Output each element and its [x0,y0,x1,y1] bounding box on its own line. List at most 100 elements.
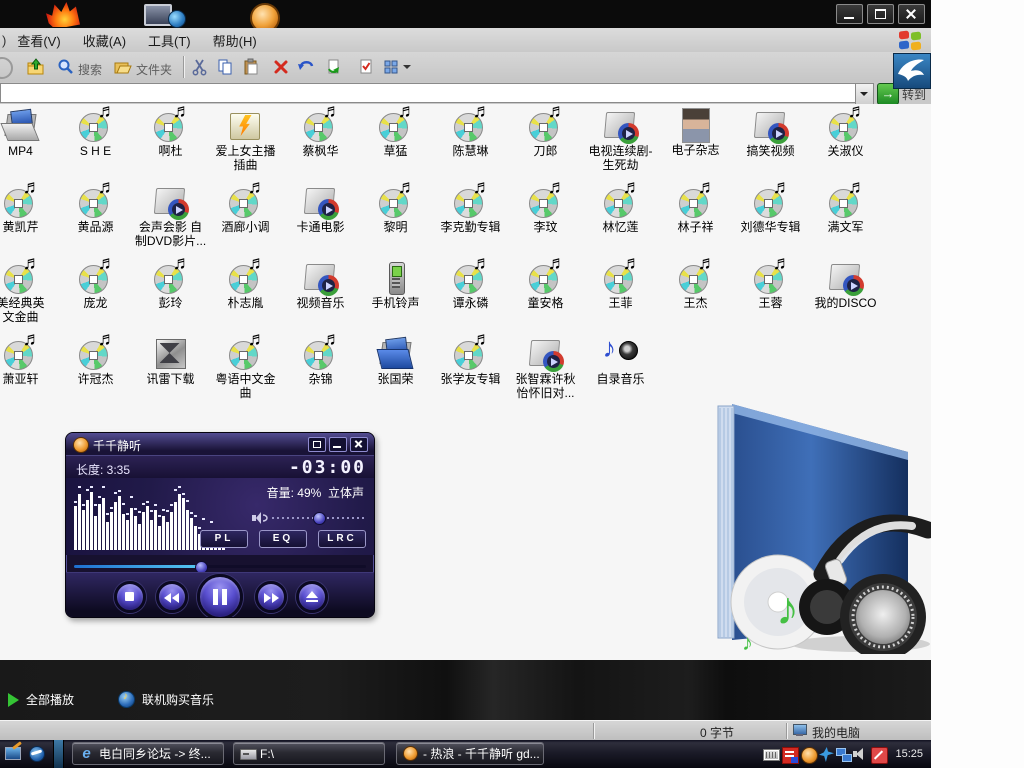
pl-button[interactable]: PL [200,530,248,548]
views-dropdown-icon[interactable] [403,65,411,69]
undo-icon[interactable] [296,58,314,76]
search-button[interactable]: 搜索 [78,61,102,78]
file-item[interactable]: ♬啊杜 [133,108,208,184]
player-titlebar[interactable]: 千千静听 [66,433,374,455]
delete-icon[interactable] [272,58,290,76]
file-item[interactable]: ♬酒廊小调 [208,184,283,260]
file-item[interactable]: 我的DISCO [808,260,883,336]
file-item[interactable]: ♬杂锦 [283,336,358,412]
search-icon[interactable] [57,58,75,76]
taskbar-button[interactable]: F:\ [233,742,385,765]
file-item[interactable]: 会声会影 自 制DVD影片... [133,184,208,260]
file-item[interactable]: ♬李玟 [508,184,583,260]
file-item[interactable]: ♬王蓉 [733,260,808,336]
close-button[interactable] [898,4,925,24]
file-item[interactable]: ♬美经典英 文金曲 [0,260,58,336]
swallow-logo-button[interactable] [893,53,931,89]
file-item[interactable]: ♬S H E [58,108,133,184]
file-item[interactable]: ♬黎明 [358,184,433,260]
file-item[interactable]: ♬李克勤专辑 [433,184,508,260]
taskbar-button[interactable]: - 热浪 - 千千静听 gd... [396,742,544,765]
checklist-icon[interactable] [357,58,375,76]
minimize-button[interactable] [836,4,863,24]
buy-music-online-button[interactable]: ♪ 联机购买音乐 [118,691,214,708]
player-maximize-button[interactable] [308,437,326,452]
views-icon[interactable] [383,58,401,76]
previous-button[interactable] [156,581,188,613]
refresh-icon[interactable] [325,58,343,76]
file-item[interactable]: MP4 [0,108,58,184]
file-item[interactable]: 卡通电影 [283,184,358,260]
eq-button[interactable]: EQ [259,530,307,548]
play-all-button[interactable]: 全部播放 [8,691,74,708]
speaker-icon[interactable] [252,511,268,525]
network-tray-icon[interactable] [836,747,851,762]
tt-tray-icon[interactable] [801,747,818,764]
file-item[interactable]: 爱上女主播 插曲 [208,108,283,184]
taskbar-button[interactable]: e电白同乡论坛 -> 终... [72,742,224,765]
folders-button[interactable]: 文件夹 [136,61,172,78]
file-item[interactable]: ♬朴志胤 [208,260,283,336]
eject-button[interactable] [296,581,328,613]
copy-icon[interactable] [216,58,234,76]
file-item[interactable]: 视频音乐 [283,260,358,336]
quick-launch-show-desktop-button[interactable] [4,745,22,762]
file-item[interactable]: 电视连续剧- 生死劫 [583,108,658,184]
swallow-tray-icon[interactable] [819,747,834,762]
ime-tray-icon[interactable] [782,747,799,764]
next-button[interactable] [255,581,287,613]
file-item[interactable]: ♪自录音乐 [583,336,658,412]
file-item[interactable]: 张智霖许秋 怡怀旧对... [508,336,583,412]
player-minimize-button[interactable] [329,437,347,452]
pause-button[interactable] [197,574,243,618]
file-item[interactable]: ♬满文军 [808,184,883,260]
file-item[interactable]: ♬林忆莲 [583,184,658,260]
file-item[interactable]: 手机铃声 [358,260,433,336]
file-item[interactable]: ♬关淑仪 [808,108,883,184]
volume-handle[interactable] [313,512,326,525]
address-input[interactable] [0,83,863,103]
security-tray-icon[interactable] [871,747,888,764]
file-item[interactable]: ♬刘德华专辑 [733,184,808,260]
file-item[interactable]: ♬黄品源 [58,184,133,260]
file-item[interactable]: ♬王杰 [658,260,733,336]
address-dropdown-button[interactable] [855,83,874,105]
taskbar-clock[interactable]: 15:25 [895,748,923,760]
quick-launch-browser-button[interactable] [28,745,46,762]
menu-item[interactable]: 收藏(A) [72,31,137,52]
volume-tray-icon[interactable] [852,747,867,762]
file-item[interactable]: 电子杂志 [658,108,733,184]
lrc-button[interactable]: LRC [318,530,366,548]
player-close-button[interactable] [350,437,368,452]
menu-item[interactable]: 查看(V) [6,31,71,52]
maximize-button[interactable] [867,4,894,24]
cut-icon[interactable] [191,58,209,76]
file-item[interactable]: ♬许冠杰 [58,336,133,412]
file-item[interactable]: ♬粤语中文金 曲 [208,336,283,412]
file-item[interactable]: ♬萧亚轩 [0,336,58,412]
file-item[interactable]: ♬王菲 [583,260,658,336]
file-item[interactable]: 搞笑视频 [733,108,808,184]
stop-button[interactable] [114,581,146,613]
file-item[interactable]: ♬陈慧琳 [433,108,508,184]
file-item[interactable]: ♬林子祥 [658,184,733,260]
file-item[interactable]: ♬刀郎 [508,108,583,184]
file-item[interactable]: ♬庞龙 [58,260,133,336]
file-item[interactable]: ♬谭永磷 [433,260,508,336]
paste-icon[interactable] [242,58,260,76]
keyboard-tray-icon[interactable] [763,749,780,761]
file-item[interactable]: ♬张学友专辑 [433,336,508,412]
progress-slider[interactable] [74,561,366,571]
menu-item[interactable]: 工具(T) [137,31,202,52]
file-item[interactable]: 张国荣 [358,336,433,412]
file-item[interactable]: ♬蔡枫华 [283,108,358,184]
file-item[interactable]: ♬草猛 [358,108,433,184]
player-window[interactable]: 千千静听 长度: 3:35 -03:00 音量: 49% 立体声 [65,432,375,618]
file-item[interactable]: ♬童安格 [508,260,583,336]
file-item[interactable]: ♬黄凯芹 [0,184,58,260]
folders-icon[interactable] [114,58,132,76]
file-item[interactable]: 讯雷下载 [133,336,208,412]
file-item[interactable]: ♬彭玲 [133,260,208,336]
volume-slider[interactable] [272,517,364,519]
menu-item[interactable]: 帮助(H) [202,31,268,52]
